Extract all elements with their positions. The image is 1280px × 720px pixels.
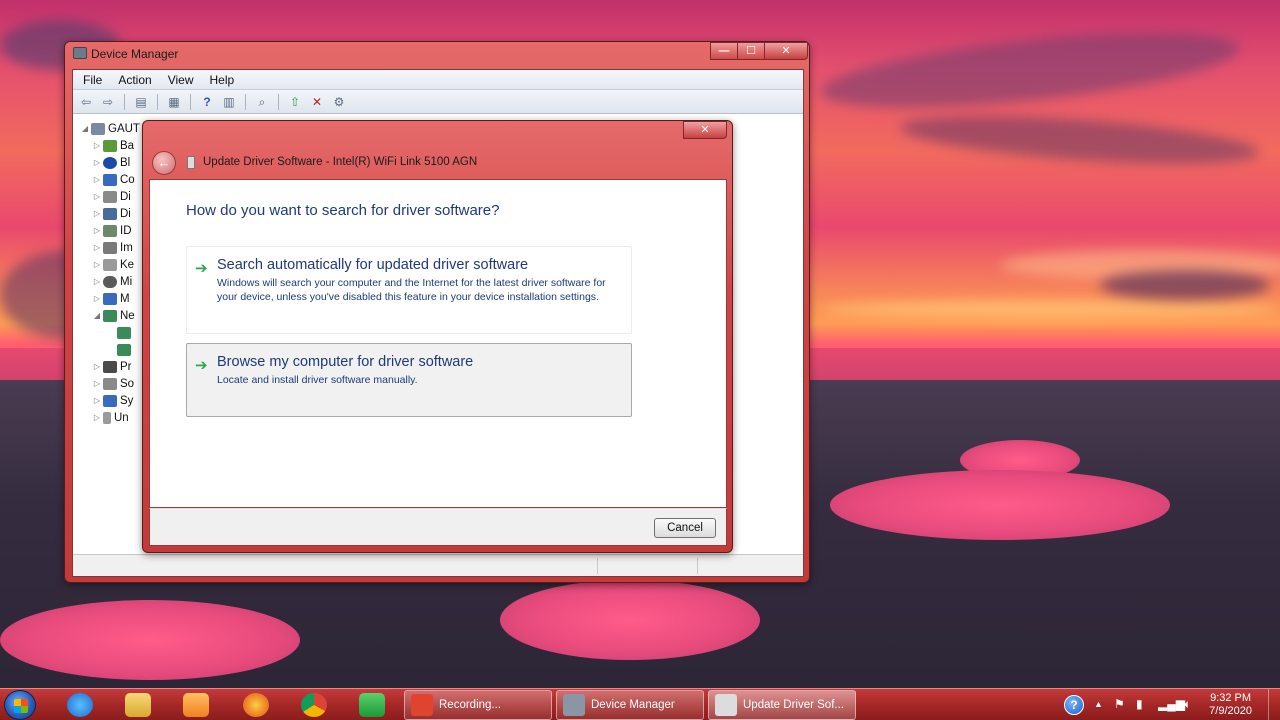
internet-explorer-pin[interactable] [56, 691, 104, 719]
option-title: Search automatically for updated driver … [217, 257, 529, 273]
folder-icon [125, 693, 151, 717]
usb-icon [103, 411, 111, 424]
status-bar [73, 554, 803, 576]
power-icon[interactable]: ▮ [1136, 697, 1143, 711]
window-title: Device Manager [91, 47, 179, 61]
maximize-button[interactable]: ☐ [737, 42, 765, 60]
display-adapter-icon [103, 207, 117, 220]
green-arrow-icon: ➔ [195, 357, 208, 374]
disk-drive-icon [103, 190, 117, 203]
properties-icon[interactable]: ▦ [165, 94, 183, 110]
forward-arrow-icon[interactable]: ⇨ [99, 94, 117, 110]
imaging-device-icon [103, 241, 117, 254]
processor-icon [103, 360, 117, 373]
option-description: Locate and install driver software manua… [217, 374, 418, 386]
dialog-title: Update Driver Software - Intel(R) WiFi L… [203, 156, 478, 168]
firefox-icon [243, 693, 269, 717]
uninstall-icon[interactable]: ✕ [308, 94, 326, 110]
chrome-icon [301, 693, 327, 717]
help-icon[interactable]: ? [1064, 695, 1084, 715]
camtasia-icon [359, 693, 385, 717]
update-driver-dialog[interactable]: ✕ ← Update Driver Software - Intel(R) Wi… [142, 120, 733, 553]
option-description: Windows will search your computer and th… [217, 277, 606, 303]
bluetooth-icon [103, 156, 117, 169]
windows-logo-icon [14, 699, 28, 713]
taskbar: Recording... Device Manager Update Drive… [0, 688, 1280, 720]
taskbar-button-device-manager[interactable]: Device Manager [556, 690, 704, 720]
search-automatically-option[interactable]: ➔ Search automatically for updated drive… [186, 246, 632, 334]
network-signal-icon[interactable]: ▂▄▆ [1158, 697, 1185, 711]
start-button[interactable] [4, 690, 36, 720]
show-hide-console-tree-icon[interactable]: ▤ [132, 94, 150, 110]
dialog-body: How do you want to search for driver sof… [149, 179, 727, 508]
taskbar-button-recording[interactable]: Recording... [404, 690, 552, 720]
network-adapter-icon [117, 343, 131, 356]
scan-hardware-icon[interactable]: ⌕ [253, 94, 271, 110]
media-player-icon [183, 693, 209, 717]
sound-icon [103, 377, 117, 390]
action-center-flag-icon[interactable]: ⚑ [1114, 697, 1125, 711]
chrome-pin[interactable] [290, 691, 338, 719]
clock-time: 9:32 PM [1210, 692, 1252, 704]
device-manager-icon [563, 694, 585, 716]
internet-explorer-icon [67, 693, 93, 717]
disable-device-icon[interactable]: ⚙ [330, 94, 348, 110]
monitor-icon [103, 292, 117, 305]
camtasia-recorder-icon [411, 694, 433, 716]
computer-icon [91, 122, 105, 135]
show-hidden-icons-icon[interactable]: ▲ [1094, 699, 1103, 709]
help-icon[interactable]: ? [198, 94, 216, 110]
update-driver-icon[interactable]: ⇧ [286, 94, 304, 110]
system-tray: ? ▲ ⚑ ▮ ▂▄▆ 🔈︎ 9:32 PM 7/9/2020 [1060, 689, 1280, 720]
system-device-icon [103, 394, 117, 407]
explorer-pin[interactable] [114, 691, 162, 719]
green-arrow-icon: ➔ [195, 260, 208, 277]
device-manager-icon [73, 47, 87, 59]
volume-icon[interactable]: 🔈︎ [1184, 697, 1191, 712]
clock[interactable]: 9:32 PM 7/9/2020 [1209, 692, 1252, 718]
menu-action[interactable]: Action [110, 73, 159, 87]
mouse-icon [103, 275, 117, 288]
back-arrow-icon[interactable]: ⇦ [77, 94, 95, 110]
update-driver-icon [715, 694, 737, 716]
keyboard-icon [103, 258, 117, 271]
browse-computer-option[interactable]: ➔ Browse my computer for driver software… [186, 343, 632, 417]
computer-icon [103, 173, 117, 186]
cancel-button[interactable]: Cancel [654, 518, 716, 538]
network-adapter-icon [103, 309, 117, 322]
minimize-button[interactable]: — [710, 42, 738, 60]
firefox-pin[interactable] [232, 691, 280, 719]
dialog-footer: Cancel [149, 508, 727, 546]
menu-help[interactable]: Help [202, 73, 243, 87]
show-desktop-button[interactable] [1268, 689, 1280, 720]
close-button[interactable]: ✕ [764, 42, 808, 60]
media-player-pin[interactable] [172, 691, 220, 719]
dialog-close-button[interactable]: ✕ [683, 121, 727, 139]
dialog-heading: How do you want to search for driver sof… [186, 202, 500, 219]
network-adapter-icon [117, 326, 131, 339]
toolbar: ⇦ ⇨ ▤ ▦ ? ▥ ⌕ ⇧ ✕ ⚙ [73, 90, 803, 114]
device-icon [187, 156, 195, 169]
taskbar-button-update-driver[interactable]: Update Driver Sof... [708, 690, 856, 720]
ide-controller-icon [103, 224, 117, 237]
clock-date: 7/9/2020 [1209, 705, 1252, 717]
back-button[interactable]: ← [152, 151, 176, 175]
menu-file[interactable]: File [75, 73, 110, 87]
menu-view[interactable]: View [160, 73, 202, 87]
battery-icon [103, 139, 117, 152]
option-title: Browse my computer for driver software [217, 354, 474, 370]
menu-bar: File Action View Help [73, 70, 803, 90]
camtasia-pin[interactable] [348, 691, 396, 719]
view-icon[interactable]: ▥ [220, 94, 238, 110]
